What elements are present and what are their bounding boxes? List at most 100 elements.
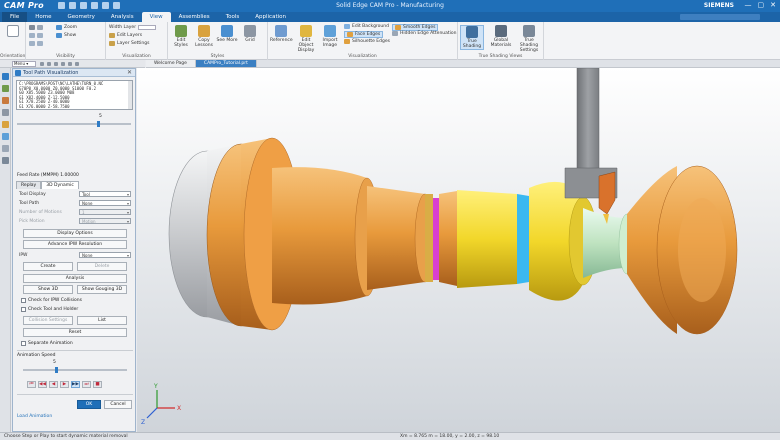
animation-controls: ⏮ ◀◀ ◀ ▶ ▶▶ ⏭ ■: [27, 381, 102, 388]
tab-file[interactable]: File: [2, 12, 28, 22]
command-search-input[interactable]: [680, 14, 760, 20]
zoom-option[interactable]: Zoom: [56, 25, 77, 30]
edit-object-display-button[interactable]: Edit Object Display: [294, 25, 318, 53]
collision-settings-button[interactable]: Collision Settings: [23, 316, 73, 325]
layer-settings-option[interactable]: Layer Settings: [109, 41, 149, 46]
list-button[interactable]: List: [77, 316, 127, 325]
silhouette-edges-option[interactable]: Silhouette Edges: [344, 39, 390, 44]
play-backward-button[interactable]: ◀: [49, 381, 58, 388]
edit-styles-button[interactable]: Edit Styles: [170, 25, 192, 48]
part-navigator-icon[interactable]: [1, 85, 9, 92]
step-forward-button[interactable]: ▶▶: [71, 381, 80, 388]
operation-navigator-icon[interactable]: [1, 97, 9, 104]
true-shading-button[interactable]: True Shading: [460, 25, 484, 50]
pan-option[interactable]: [29, 41, 43, 46]
listing-scrollbar[interactable]: [128, 81, 132, 109]
hidden-edge-option[interactable]: Hidden Edge Attenuation: [392, 31, 457, 36]
import-image-button[interactable]: Import Image: [319, 25, 341, 48]
cancel-button[interactable]: Cancel: [104, 400, 132, 409]
slider-thumb[interactable]: [55, 367, 58, 373]
reset-button[interactable]: Reset: [23, 328, 127, 337]
views-button[interactable]: [4, 25, 22, 38]
show-3d-button[interactable]: Show 3D: [23, 285, 73, 294]
close-button[interactable]: ✕: [770, 2, 776, 9]
tab-replay[interactable]: Replay: [16, 181, 42, 189]
check-tool-holder-checkbox[interactable]: Check Tool and Holder: [21, 307, 78, 312]
curve-icon[interactable]: [68, 62, 72, 66]
tab-3d-dynamic[interactable]: 3D Dynamic: [41, 181, 79, 189]
tab-tools[interactable]: Tools: [218, 12, 248, 22]
maximize-button[interactable]: ▢: [758, 2, 765, 9]
play-forward-button[interactable]: ▶: [60, 381, 69, 388]
zoom-area-option[interactable]: [29, 33, 43, 38]
check-collisions-checkbox[interactable]: Check for IPW Collisions: [21, 298, 82, 303]
tab-analysis[interactable]: Analysis: [103, 12, 142, 22]
tab-application[interactable]: Application: [247, 12, 294, 22]
tab-assemblies[interactable]: Assemblies: [171, 12, 218, 22]
yellow-section: [457, 190, 517, 288]
rewind-to-start-button[interactable]: ⏮: [27, 381, 36, 388]
display-options-button[interactable]: Display Options: [23, 229, 127, 238]
see-more-button[interactable]: See More: [216, 25, 238, 43]
show-option[interactable]: Show: [56, 33, 76, 38]
step-back-button[interactable]: ◀◀: [38, 381, 47, 388]
advance-ipw-button[interactable]: Advance IPW Resolution: [23, 240, 127, 249]
tab-welcome-page[interactable]: Welcome Page: [146, 60, 196, 67]
show-gouging-button[interactable]: Show Gouging 3D: [77, 285, 127, 294]
global-materials-button[interactable]: Global Materials: [488, 25, 514, 48]
delete-button[interactable]: Delete: [77, 262, 127, 271]
edit-background-option[interactable]: Edit Background: [344, 24, 389, 29]
web-browser-icon[interactable]: [1, 145, 9, 152]
forward-to-end-button[interactable]: ⏭: [82, 381, 91, 388]
dialog-header: Tool Path Visualization ✕: [13, 69, 135, 77]
tab-home[interactable]: Home: [27, 12, 59, 22]
ipw-select[interactable]: None: [79, 252, 131, 258]
reuse-library-icon[interactable]: [1, 121, 9, 128]
animation-speed-slider[interactable]: [23, 367, 127, 373]
number-of-motions-field[interactable]: 1: [79, 209, 131, 215]
width-layer-field[interactable]: Width Layer: [109, 25, 157, 30]
menu-dropdown[interactable]: Menu ▾: [12, 61, 36, 67]
machine-navigator-icon[interactable]: [1, 109, 9, 116]
tab-geometry[interactable]: Geometry: [59, 12, 102, 22]
snap-icon[interactable]: [54, 62, 58, 66]
tab-part-file[interactable]: CAMPro_Tutorial.prt: [195, 60, 257, 67]
smooth-edges-option[interactable]: Smooth Edges: [392, 24, 439, 31]
motion-slider[interactable]: [17, 121, 131, 127]
grid-button[interactable]: Grid: [239, 25, 261, 43]
roles-icon[interactable]: [1, 157, 9, 164]
point-icon[interactable]: [61, 62, 65, 66]
ok-button[interactable]: OK: [77, 400, 101, 409]
select-icon[interactable]: [47, 62, 51, 66]
navigator-icon[interactable]: [1, 73, 9, 80]
analysis-button[interactable]: Analysis: [23, 274, 127, 283]
grid-option[interactable]: [29, 25, 43, 30]
copy-button[interactable]: Copy Lessons: [193, 25, 215, 48]
face-icon[interactable]: [75, 62, 79, 66]
y-axis-label: Y: [153, 383, 158, 390]
reference-button[interactable]: Reference: [270, 25, 293, 43]
ribbon-body: Orientation Zoom Show Visibility Width L…: [0, 22, 780, 60]
minimize-button[interactable]: —: [745, 2, 752, 9]
edit-layers-option[interactable]: Edit Layers: [109, 33, 142, 38]
graphics-viewport[interactable]: X Y Z: [137, 68, 780, 432]
true-shading-settings-button[interactable]: True Shading Settings: [516, 25, 542, 53]
tool-path-select[interactable]: None: [79, 200, 131, 206]
layer-settings-icon: [109, 41, 115, 46]
face-edges-option[interactable]: Face Edges: [344, 31, 384, 38]
load-animation-link[interactable]: Load Animation: [17, 414, 52, 419]
pick-motion-select[interactable]: Motion: [79, 218, 131, 224]
stop-button[interactable]: ■: [93, 381, 102, 388]
tool-display-select[interactable]: Tool: [79, 191, 131, 197]
tab-view[interactable]: View: [141, 12, 171, 22]
filter-icon[interactable]: [40, 62, 44, 66]
nc-listing[interactable]: C:\PROGRAMS\POST\NC\LATHE\TURN_0.NC G70P…: [16, 80, 133, 110]
layer-dropdown[interactable]: [138, 25, 157, 30]
separate-animation-checkbox[interactable]: Separate Animation: [21, 341, 73, 346]
show-icon: [56, 33, 62, 38]
dialog-close-button[interactable]: ✕: [127, 69, 132, 76]
global-materials-label: Global Materials: [490, 38, 512, 48]
create-button[interactable]: Create: [23, 262, 73, 271]
slider-thumb[interactable]: [97, 121, 100, 127]
history-icon[interactable]: [1, 133, 9, 140]
